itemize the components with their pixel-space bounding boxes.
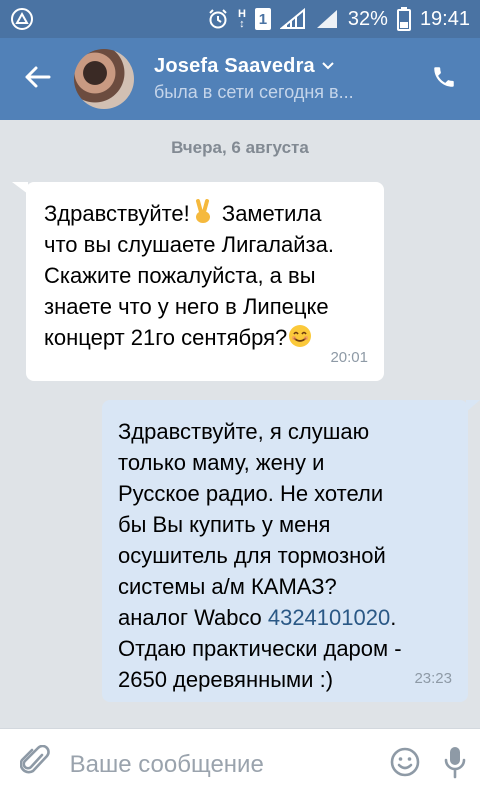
chat-header: Josefa Saavedra была в сети сегодня в... xyxy=(0,38,480,120)
contact-info[interactable]: Josefa Saavedra была в сети сегодня в... xyxy=(154,55,408,103)
paperclip-icon xyxy=(19,744,50,784)
app-icon xyxy=(10,7,34,31)
back-button[interactable] xyxy=(0,38,74,120)
message-input-bar xyxy=(0,728,480,800)
chevron-down-icon xyxy=(321,58,335,76)
emoji-button[interactable] xyxy=(380,729,430,800)
date-separator: Вчера, 6 августа xyxy=(171,138,309,157)
avatar[interactable] xyxy=(74,49,134,109)
contact-name: Josefa Saavedra xyxy=(154,55,315,77)
smiling-face-emoji xyxy=(287,323,313,349)
network-type-indicator: H ↕ xyxy=(237,8,246,30)
clock: 19:41 xyxy=(419,7,470,30)
alarm-icon xyxy=(207,8,229,30)
message-bubble-outgoing[interactable]: Здравствуйте, я слушаю только маму, жену… xyxy=(102,400,480,702)
attach-button[interactable] xyxy=(0,729,70,800)
message-input[interactable] xyxy=(69,750,380,779)
signal-icon xyxy=(279,8,306,30)
emoji-icon xyxy=(389,746,421,783)
signal-icon-2 xyxy=(315,8,339,30)
battery-percent: 32% xyxy=(347,7,388,30)
bubble-tail xyxy=(466,400,480,412)
status-bar: H ↕ 1 32% 19:41 xyxy=(0,0,480,38)
message-text: Здравствуйте! Заметила что вы слушаете Л… xyxy=(44,199,334,350)
battery-icon xyxy=(396,7,411,31)
back-arrow-icon xyxy=(23,65,51,94)
message-text: Здравствуйте, я слушаю только маму, жену… xyxy=(118,419,402,692)
phone-icon xyxy=(431,64,457,95)
contact-status: была в сети сегодня в... xyxy=(154,82,354,102)
message-bubble-incoming[interactable]: Здравствуйте! Заметила что вы слушаете Л… xyxy=(12,182,384,381)
voice-message-button[interactable] xyxy=(430,729,480,800)
message-time: 20:01 xyxy=(330,349,368,366)
victory-hand-emoji xyxy=(190,199,216,225)
message-time: 23:23 xyxy=(414,670,452,687)
microphone-icon xyxy=(443,745,467,784)
call-button[interactable] xyxy=(408,38,480,120)
bubble-tail xyxy=(12,182,28,194)
phone-number-link[interactable]: 4324101020 xyxy=(268,605,390,630)
sim-badge: 1 xyxy=(254,8,271,30)
